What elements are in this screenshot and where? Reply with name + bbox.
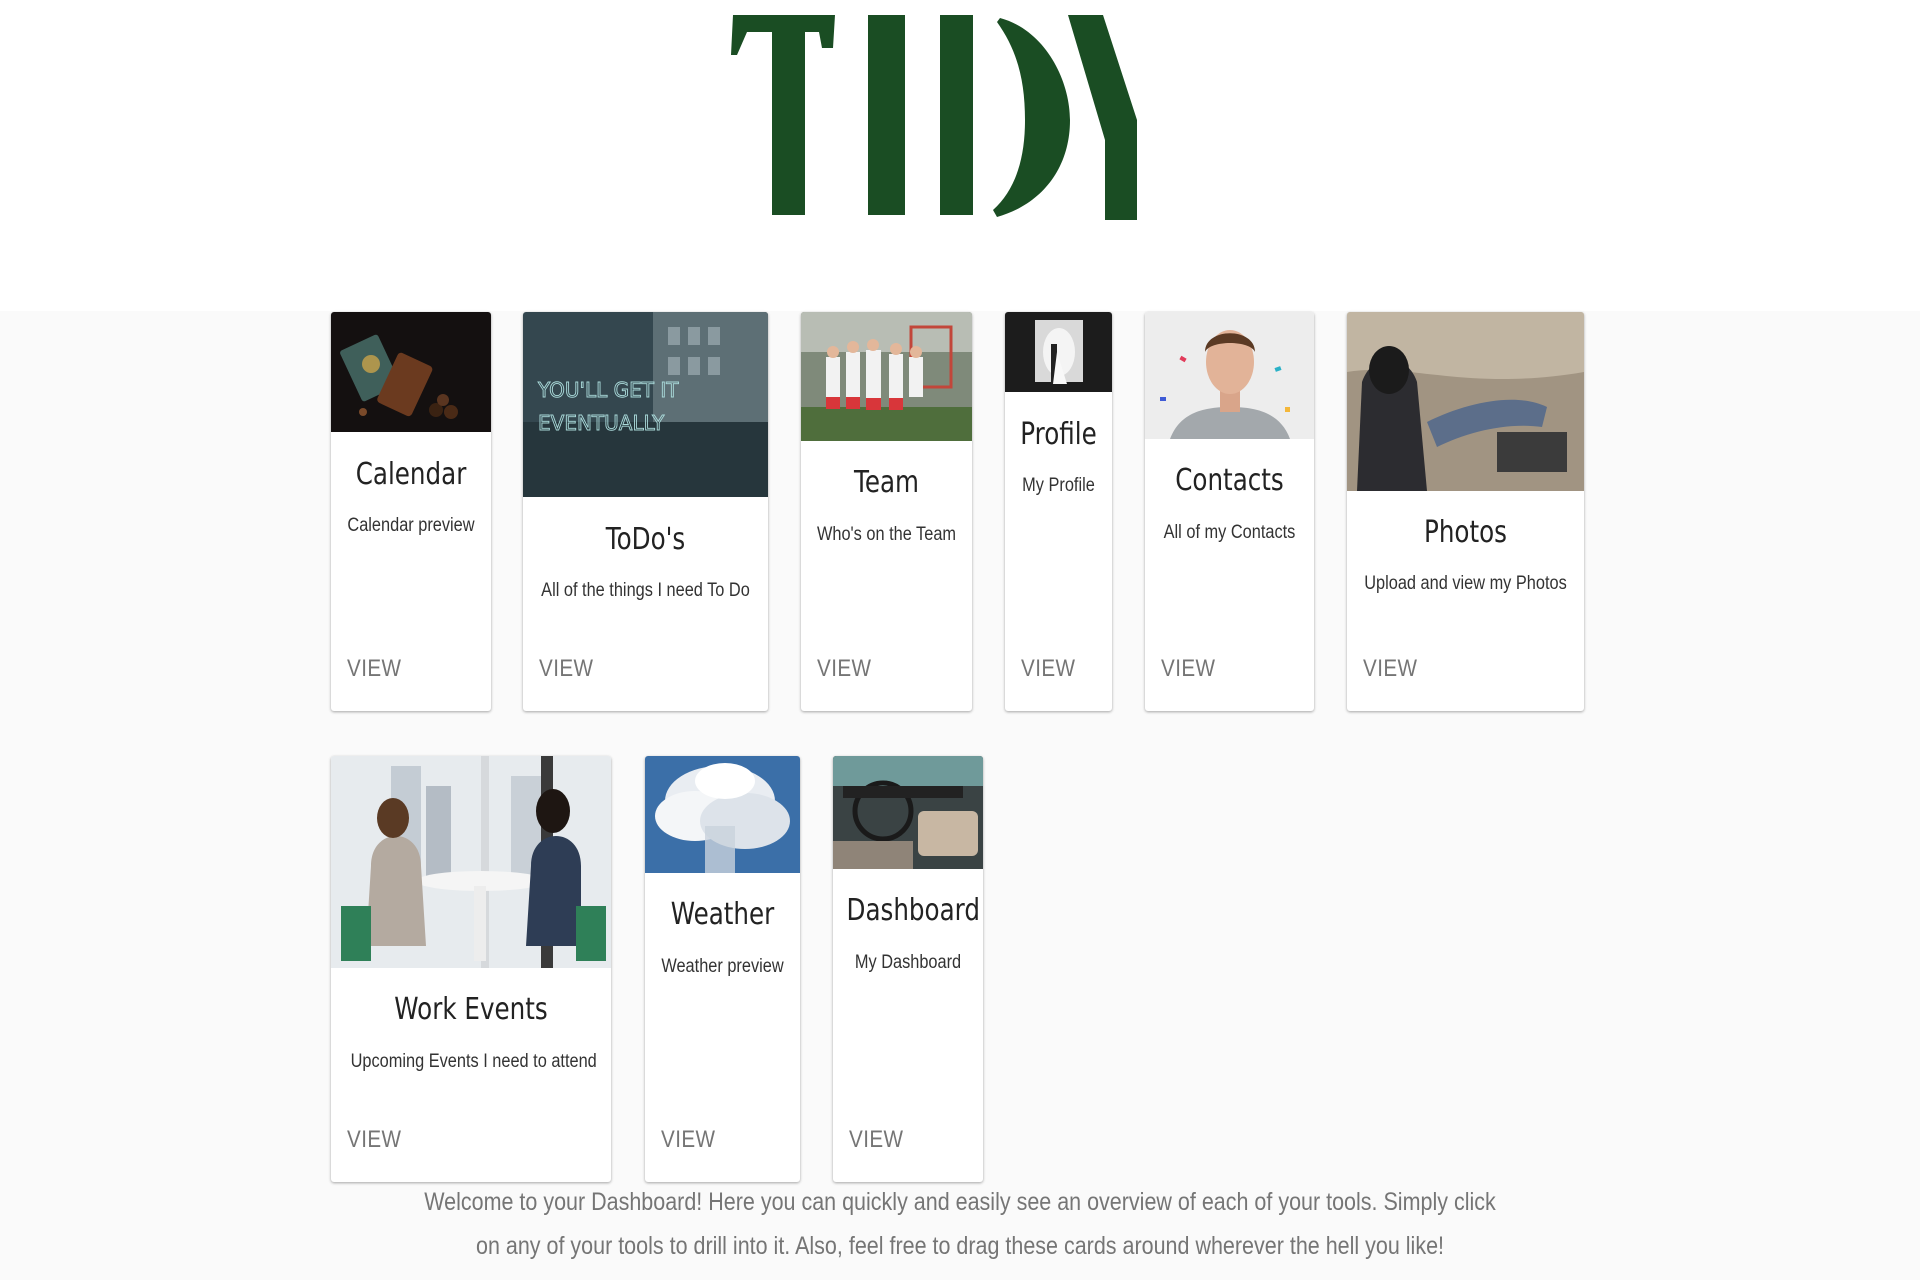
profile-card-image [1005, 312, 1112, 392]
team-card-image [801, 312, 972, 441]
calendar-card-title: Calendar [355, 457, 467, 492]
dashboard-card[interactable]: Dashboard My Dashboard VIEW [833, 756, 983, 1182]
contacts-card-description: All of my Contacts [1163, 522, 1296, 543]
team-card[interactable]: Team Who's on the Team VIEW [801, 312, 972, 711]
svg-text:YOU'LL GET IT: YOU'LL GET IT [537, 378, 679, 402]
profile-view-button[interactable]: VIEW [1021, 655, 1075, 683]
todos-card[interactable]: YOU'LL GET IT EVENTUALLY ToDo's All of t… [523, 312, 768, 711]
work-events-card-image [331, 756, 611, 968]
team-card-title: Team [853, 465, 920, 500]
tidy-logo [731, 15, 1137, 220]
profile-card[interactable]: Profile My Profile VIEW [1005, 312, 1112, 711]
contacts-card[interactable]: Contacts All of my Contacts VIEW [1145, 312, 1314, 711]
weather-card-description: Weather preview [661, 956, 784, 977]
todos-card-title: ToDo's [605, 522, 686, 557]
todos-card-image: YOU'LL GET IT EVENTUALLY [523, 312, 768, 497]
todos-card-description: All of the things I need To Do [541, 580, 750, 601]
work-events-view-button[interactable]: VIEW [347, 1126, 401, 1154]
photos-card-title: Photos [1424, 515, 1507, 550]
photos-card-description: Upload and view my Photos [1364, 573, 1567, 594]
weather-card[interactable]: Weather Weather preview VIEW [645, 756, 800, 1182]
contacts-view-button[interactable]: VIEW [1161, 655, 1215, 683]
dashboard-view-button[interactable]: VIEW [849, 1126, 903, 1154]
dashboard-card-image [833, 756, 983, 869]
calendar-view-button[interactable]: VIEW [347, 655, 401, 683]
weather-card-title: Weather [670, 897, 775, 932]
calendar-card[interactable]: Calendar Calendar preview VIEW [331, 312, 491, 711]
calendar-card-image [331, 312, 491, 432]
contacts-card-image [1145, 312, 1314, 439]
weather-view-button[interactable]: VIEW [661, 1126, 715, 1154]
team-view-button[interactable]: VIEW [817, 655, 871, 683]
contacts-card-title: Contacts [1175, 463, 1284, 498]
svg-text:EVENTUALLY: EVENTUALLY [538, 411, 665, 435]
todos-view-button[interactable]: VIEW [539, 655, 593, 683]
work-events-card[interactable]: Work Events Upcoming Events I need to at… [331, 756, 611, 1182]
photos-card-image [1347, 312, 1584, 491]
dashboard-card-title: Dashboard [846, 893, 980, 928]
welcome-message: Welcome to your Dashboard! Here you can … [424, 1188, 1496, 1260]
profile-card-title: Profile [1020, 417, 1097, 452]
profile-card-description: My Profile [1022, 475, 1095, 496]
photos-card[interactable]: Photos Upload and view my Photos VIEW [1347, 312, 1584, 711]
weather-card-image [645, 756, 800, 873]
calendar-card-description: Calendar preview [347, 515, 475, 536]
photos-view-button[interactable]: VIEW [1363, 655, 1417, 683]
team-card-description: Who's on the Team [816, 524, 957, 545]
dashboard-card-description: My Dashboard [854, 952, 962, 973]
header [0, 0, 1920, 311]
work-events-card-title: Work Events [394, 992, 548, 1027]
work-events-card-description: Upcoming Events I need to attend [350, 1051, 597, 1072]
